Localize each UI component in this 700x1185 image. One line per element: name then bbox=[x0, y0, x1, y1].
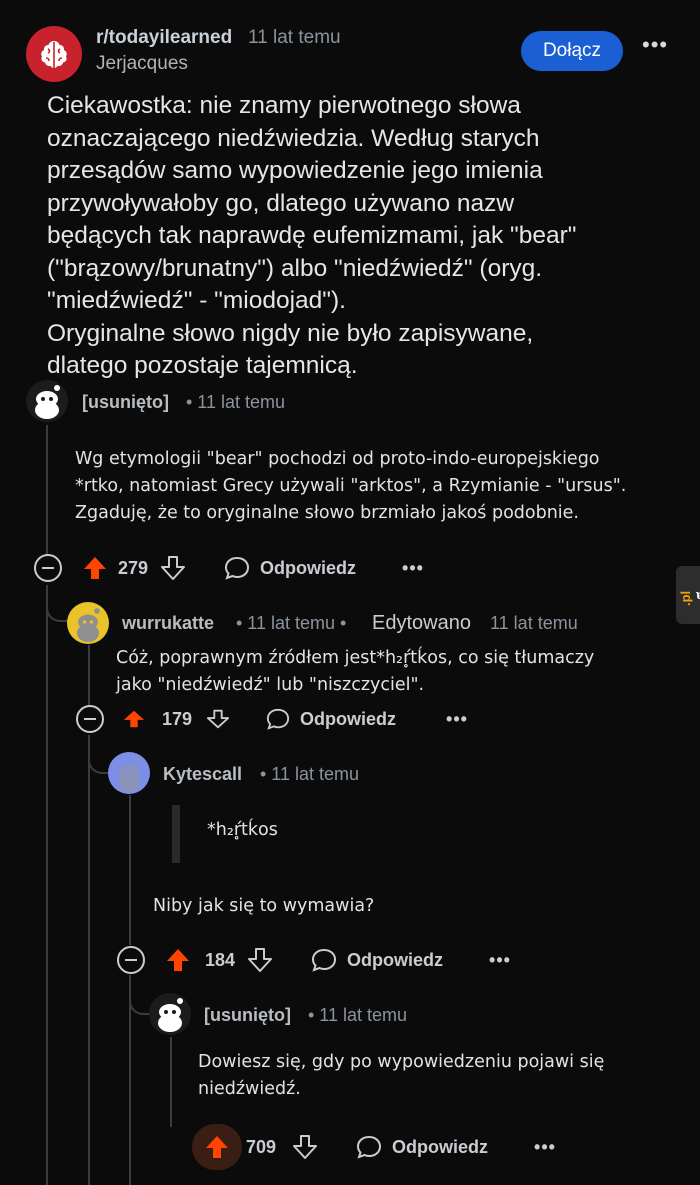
comment-time: • 11 lat temu bbox=[260, 764, 360, 784]
comment-author[interactable]: Kytescall bbox=[163, 764, 242, 785]
jeja-watermark: jeja.pl bbox=[676, 566, 700, 624]
avatar[interactable] bbox=[26, 380, 68, 422]
comment-actions: 709 Odpowiedz ••• bbox=[192, 1124, 556, 1170]
thread-line bbox=[46, 585, 48, 1185]
snoo-icon bbox=[35, 385, 60, 419]
watermark-text: jeja bbox=[696, 589, 700, 604]
comment-more-icon[interactable]: ••• bbox=[446, 709, 468, 730]
comment-actions: 184 Odpowiedz ••• bbox=[117, 943, 511, 977]
snoo-icon bbox=[158, 998, 183, 1032]
reddit-thread: r/todayilearned 11 lat temu Jerjacques D… bbox=[0, 0, 700, 1185]
comment-time: • 11 lat temu • bbox=[236, 613, 347, 633]
snoo-icon bbox=[118, 758, 141, 792]
reply-icon[interactable] bbox=[266, 707, 290, 731]
subreddit-name[interactable]: r/todayilearned bbox=[96, 27, 232, 49]
upvote-icon[interactable] bbox=[165, 947, 191, 973]
thread-connector bbox=[129, 993, 149, 1015]
comment-actions: 279 Odpowiedz ••• bbox=[34, 551, 424, 585]
comment-more-icon[interactable]: ••• bbox=[489, 950, 511, 971]
collapse-button[interactable] bbox=[34, 554, 62, 582]
reply-button[interactable]: Odpowiedz bbox=[347, 950, 443, 971]
thread-connector bbox=[88, 752, 108, 774]
comment-body: Wg etymologii "bear" pochodzi od proto-i… bbox=[75, 449, 627, 523]
comment-body: Cóż, poprawnym źródłem jest*h₂ŕ̥tḱos, co… bbox=[116, 648, 595, 695]
thread-line bbox=[88, 645, 90, 705]
quote-bar bbox=[172, 805, 180, 863]
thread-line bbox=[88, 735, 90, 1185]
comment-author[interactable]: [usunięto] bbox=[204, 1005, 291, 1026]
thread-line bbox=[129, 795, 131, 945]
score: 184 bbox=[205, 949, 236, 970]
score: 279 bbox=[118, 557, 149, 578]
collapse-button[interactable] bbox=[117, 946, 145, 974]
post-header: r/todayilearned 11 lat temu Jerjacques D… bbox=[26, 22, 676, 82]
watermark-suffix: .pl bbox=[678, 590, 693, 606]
downvote-icon[interactable] bbox=[247, 947, 273, 973]
downvote-icon[interactable] bbox=[206, 707, 230, 731]
subreddit-avatar[interactable] bbox=[26, 26, 82, 82]
reply-icon[interactable] bbox=[224, 555, 250, 581]
score: 179 bbox=[162, 708, 193, 729]
upvote-button[interactable] bbox=[192, 1124, 242, 1170]
join-button[interactable]: Dołącz bbox=[521, 31, 623, 71]
upvote-icon bbox=[206, 1136, 228, 1158]
comment-actions: 179 Odpowiedz ••• bbox=[76, 702, 468, 736]
comment-author[interactable]: wurrukatte bbox=[122, 613, 214, 634]
edited-time: 11 lat temu bbox=[490, 613, 578, 633]
reply-button[interactable]: Odpowiedz bbox=[392, 1137, 488, 1158]
collapse-button[interactable] bbox=[76, 705, 104, 733]
comment-time: • 11 lat temu bbox=[308, 1005, 408, 1025]
comment-body: Dowiesz się, gdy po wypowiedzeniu pojawi… bbox=[198, 1052, 605, 1099]
upvote-icon[interactable] bbox=[122, 707, 146, 731]
comment-time: • 11 lat temu bbox=[186, 392, 286, 412]
more-options-icon[interactable]: ••• bbox=[642, 32, 668, 58]
comment-more-icon[interactable]: ••• bbox=[402, 558, 424, 579]
avatar[interactable] bbox=[149, 993, 191, 1035]
reply-icon[interactable] bbox=[311, 947, 337, 973]
post-author[interactable]: Jerjacques bbox=[96, 53, 188, 75]
comment-more-icon[interactable]: ••• bbox=[534, 1137, 556, 1158]
post-title: Ciekawostka: nie znamy pierwotnego słowa… bbox=[47, 92, 577, 379]
quote-text: *h₂ŕ̥tḱos bbox=[207, 820, 278, 840]
upvote-icon[interactable] bbox=[82, 555, 108, 581]
downvote-icon[interactable] bbox=[160, 555, 186, 581]
reply-icon[interactable] bbox=[356, 1134, 382, 1160]
thread-line bbox=[46, 425, 48, 555]
downvote-icon[interactable] bbox=[292, 1134, 318, 1160]
brain-icon bbox=[41, 41, 67, 68]
thread-line bbox=[170, 1037, 172, 1127]
thread-connector bbox=[46, 600, 68, 622]
comment-author[interactable]: [usunięto] bbox=[82, 392, 169, 413]
post-time: 11 lat temu bbox=[248, 27, 341, 48]
edited-label: Edytowano bbox=[372, 612, 471, 634]
avatar[interactable] bbox=[67, 602, 109, 644]
reply-button[interactable]: Odpowiedz bbox=[260, 558, 356, 579]
reply-button[interactable]: Odpowiedz bbox=[300, 709, 396, 730]
score: 709 bbox=[246, 1136, 277, 1157]
comment-body: Niby jak się to wymawia? bbox=[153, 896, 375, 916]
snoo-icon bbox=[77, 608, 100, 642]
avatar[interactable] bbox=[108, 752, 150, 794]
